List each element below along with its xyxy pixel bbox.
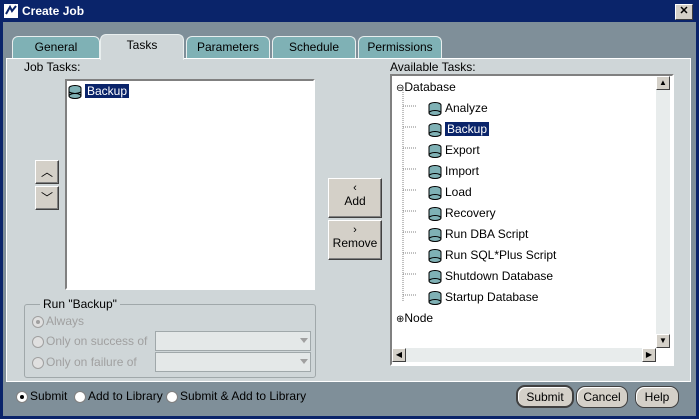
database-icon — [428, 290, 442, 305]
run-success-option[interactable]: Only on success of — [32, 332, 147, 350]
tree-node-node[interactable]: ⊕Node — [396, 309, 433, 327]
title-bar: Create Job ✕ — [0, 0, 699, 22]
move-up-button[interactable]: ︿ — [35, 160, 59, 184]
submit-button[interactable]: Submit — [516, 385, 574, 408]
database-icon — [428, 227, 442, 242]
database-icon — [428, 206, 442, 221]
database-icon — [428, 143, 442, 158]
job-tasks-list[interactable]: Backup — [65, 79, 315, 290]
tree-item-label: Analyze — [445, 101, 488, 115]
tree-node-label: Node — [404, 311, 434, 325]
tree-item[interactable]: Load — [428, 183, 472, 201]
job-task-item[interactable]: Backup — [68, 82, 130, 100]
tree-item[interactable]: Export — [428, 141, 480, 159]
tree-item[interactable]: Run SQL*Plus Script — [428, 246, 556, 264]
failure-task-select[interactable] — [155, 352, 311, 372]
tree-item-label: Startup Database — [445, 290, 539, 304]
tree-item-label: Backup — [445, 122, 490, 136]
cancel-button[interactable]: Cancel — [576, 386, 628, 408]
dropdown-arrow-icon — [300, 359, 308, 364]
tree-item[interactable]: Import — [428, 162, 479, 180]
success-task-select[interactable] — [155, 331, 311, 351]
scroll-down-button[interactable]: ▼ — [656, 334, 670, 348]
tree-item[interactable]: Run DBA Script — [428, 225, 528, 243]
scroll-left-button[interactable]: ◀ — [392, 348, 406, 362]
tree-item[interactable]: Analyze — [428, 99, 488, 117]
add-button[interactable]: ‹ Add — [328, 178, 382, 218]
tree-item-selected[interactable]: Backup — [428, 120, 490, 138]
tree-item-label: Recovery — [445, 206, 496, 220]
remove-button-label: Remove — [332, 236, 378, 250]
chevron-down-icon: ﹀ — [40, 191, 53, 205]
database-icon — [428, 269, 442, 284]
vertical-scrollbar[interactable]: ▲ ▼ — [656, 76, 670, 348]
tree-item-label: Run DBA Script — [445, 227, 529, 241]
tree-item[interactable]: Startup Database — [428, 288, 538, 306]
tab-schedule[interactable]: Schedule — [272, 36, 356, 59]
available-tasks-tree[interactable]: ⊖Database Analyze Backup Export Import L… — [390, 74, 674, 366]
database-icon — [428, 164, 442, 179]
radio-icon — [32, 356, 44, 369]
radio-icon — [32, 335, 44, 348]
run-success-label: Only on success of — [46, 334, 148, 348]
tree-item-label: Shutdown Database — [445, 269, 554, 283]
chevron-up-icon: ︿ — [40, 165, 53, 179]
tree-item-label: Run SQL*Plus Script — [445, 248, 557, 262]
move-down-button[interactable]: ﹀ — [35, 186, 59, 210]
scroll-right-button[interactable]: ▶ — [642, 348, 656, 362]
chevron-right-icon: › — [353, 224, 357, 236]
run-always-label: Always — [46, 314, 85, 328]
job-task-label: Backup — [85, 84, 130, 98]
tab-permissions[interactable]: Permissions — [358, 36, 442, 59]
run-group-label: Run "Backup" — [40, 297, 120, 311]
tab-parameters[interactable]: Parameters — [186, 36, 270, 59]
tree-item-label: Export — [445, 143, 480, 157]
submit-option[interactable]: Submit — [16, 387, 67, 405]
add-button-label: Add — [344, 194, 366, 208]
submit-and-add-label: Submit & Add to Library — [180, 389, 307, 403]
app-icon — [4, 4, 18, 18]
run-always-option[interactable]: Always — [32, 312, 84, 330]
tree-item[interactable]: Recovery — [428, 204, 496, 222]
tree-item[interactable]: Shutdown Database — [428, 267, 553, 285]
database-icon — [428, 185, 442, 200]
database-icon — [428, 101, 442, 116]
tab-tasks[interactable]: Tasks — [100, 34, 184, 60]
close-button[interactable]: ✕ — [675, 4, 693, 20]
tab-general[interactable]: General — [12, 36, 100, 59]
horizontal-scrollbar[interactable]: ◀ ▶ — [392, 348, 656, 362]
dropdown-arrow-icon — [300, 338, 308, 343]
submit-option-label: Submit — [30, 389, 68, 403]
radio-icon — [32, 315, 44, 328]
submit-and-add-option[interactable]: Submit & Add to Library — [166, 387, 306, 405]
run-failure-label: Only on failure of — [46, 355, 137, 369]
add-to-library-label: Add to Library — [88, 389, 163, 403]
remove-button[interactable]: › Remove — [328, 220, 382, 260]
job-tasks-label: Job Tasks: — [24, 60, 81, 74]
available-tasks-label: Available Tasks: — [390, 60, 476, 74]
add-to-library-option[interactable]: Add to Library — [74, 387, 163, 405]
tree-item-label: Import — [445, 164, 480, 178]
database-icon — [428, 122, 442, 137]
database-icon — [68, 84, 82, 99]
radio-icon — [16, 390, 28, 403]
run-failure-option[interactable]: Only on failure of — [32, 353, 137, 371]
tree-item-label: Load — [445, 185, 472, 199]
radio-icon — [166, 390, 178, 403]
radio-icon — [74, 390, 86, 403]
database-icon — [428, 248, 442, 263]
chevron-left-icon: ‹ — [353, 182, 357, 194]
help-button[interactable]: Help — [635, 386, 679, 408]
window-title: Create Job — [22, 4, 85, 18]
scroll-up-button[interactable]: ▲ — [656, 76, 670, 90]
